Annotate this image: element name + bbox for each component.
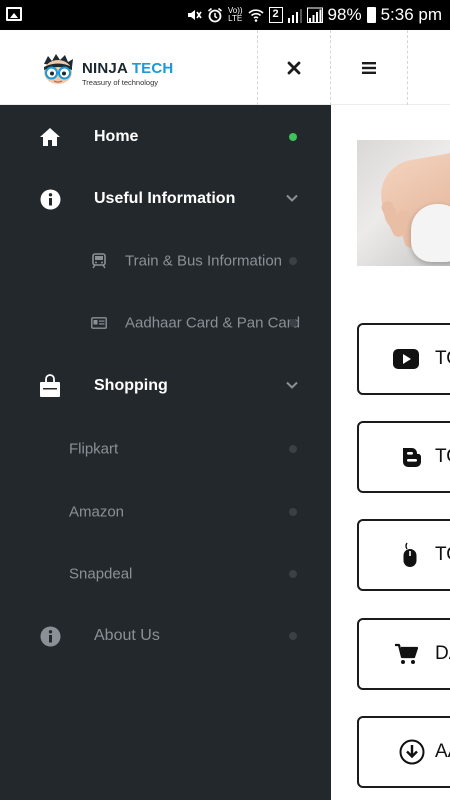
mouse-card-button[interactable]: TO	[357, 519, 450, 591]
info-icon	[39, 625, 61, 647]
chevron-down-icon[interactable]	[285, 378, 299, 392]
navigation-drawer: Home Useful Information Train & Bus Info…	[0, 105, 331, 800]
card-label: AA	[435, 741, 450, 762]
ninja-mascot-icon	[44, 54, 73, 84]
signal-icon-1	[287, 9, 302, 23]
sidebar-item-label: Train & Bus Information	[125, 252, 283, 270]
indicator-dot	[289, 632, 297, 640]
download-card-button[interactable]: AA	[357, 716, 450, 788]
active-indicator-dot	[289, 133, 297, 141]
blogger-icon	[399, 444, 425, 470]
sidebar-item-label: About Us	[94, 627, 160, 644]
sidebar-subitem-train-bus[interactable]: Train & Bus Information	[0, 230, 331, 292]
sidebar-item-label: Aadhaar Card & Pan Card	[125, 314, 301, 332]
indicator-dot	[289, 319, 297, 327]
download-icon	[399, 739, 425, 765]
sidebar-item-about-us[interactable]: About Us	[0, 605, 331, 667]
indicator-dot	[289, 257, 297, 265]
train-icon	[89, 251, 109, 271]
sidebar-subitem-flipkart[interactable]: Flipkart	[0, 418, 331, 480]
gallery-notification-icon	[6, 7, 22, 21]
sidebar-item-label: Snapdeal	[69, 565, 133, 583]
card-label: DA	[435, 643, 450, 664]
id-card-icon	[89, 313, 109, 333]
sidebar-subitem-aadhaar-pan[interactable]: Aadhaar Card & Pan Card	[0, 292, 331, 354]
battery-icon	[366, 7, 376, 23]
sidebar-item-shopping[interactable]: Shopping	[0, 355, 331, 417]
sidebar-item-label: Amazon	[69, 503, 125, 521]
hamburger-icon	[362, 61, 376, 74]
indicator-dot	[289, 570, 297, 578]
header-divider	[407, 30, 408, 105]
clock: 5:36 pm	[380, 5, 442, 24]
close-menu-button[interactable]	[258, 30, 330, 105]
close-icon	[287, 61, 301, 74]
shopping-bag-icon	[38, 374, 62, 398]
mute-icon	[187, 10, 202, 20]
sidebar-item-useful-information[interactable]: Useful Information	[0, 168, 331, 230]
cart-icon	[393, 641, 419, 667]
hamburger-menu-button[interactable]	[331, 30, 407, 105]
sidebar-item-label: Useful Information	[94, 190, 236, 207]
sidebar-item-label: Home	[94, 128, 139, 145]
blogger-card-button[interactable]: TO	[357, 421, 450, 493]
indicator-dot	[289, 445, 297, 453]
youtube-icon	[393, 346, 419, 372]
card-label: TO	[435, 348, 450, 369]
sim-badge: 2	[268, 7, 283, 23]
wifi-icon	[247, 9, 264, 22]
sidebar-item-label: Flipkart	[69, 440, 119, 458]
status-bar: Vo)) LTE 2 98% 5:36 pm	[0, 0, 450, 30]
signal-icon-2	[306, 7, 323, 23]
volte-indicator: Vo)) LTE	[227, 6, 243, 23]
sidebar-item-home[interactable]: Home	[0, 106, 331, 168]
mouse-icon	[397, 542, 423, 568]
app-header: NINJA TECH Treasury of technology	[0, 30, 450, 105]
indicator-dot	[289, 508, 297, 516]
brand-tagline: Treasury of technology	[82, 78, 159, 87]
chevron-down-icon[interactable]	[285, 191, 299, 205]
cart-card-button[interactable]: DA	[357, 618, 450, 690]
alarm-icon	[207, 7, 222, 23]
card-label: TO	[435, 446, 450, 467]
sidebar-item-label: Shopping	[94, 377, 168, 394]
sidebar-subitem-snapdeal[interactable]: Snapdeal	[0, 543, 331, 605]
info-icon	[39, 188, 61, 210]
battery-percent: 98%	[327, 5, 362, 24]
home-icon	[39, 126, 61, 148]
card-label: TO	[435, 544, 450, 565]
brand-name: NINJA TECH	[82, 60, 174, 77]
main-content: TO TO TO DA AA	[331, 105, 450, 800]
sidebar-subitem-amazon[interactable]: Amazon	[0, 481, 331, 543]
youtube-card-button[interactable]: TO	[357, 323, 450, 395]
hero-image-hand-on-mouse	[357, 140, 450, 266]
brand-logo[interactable]: NINJA TECH Treasury of technology	[40, 54, 185, 88]
